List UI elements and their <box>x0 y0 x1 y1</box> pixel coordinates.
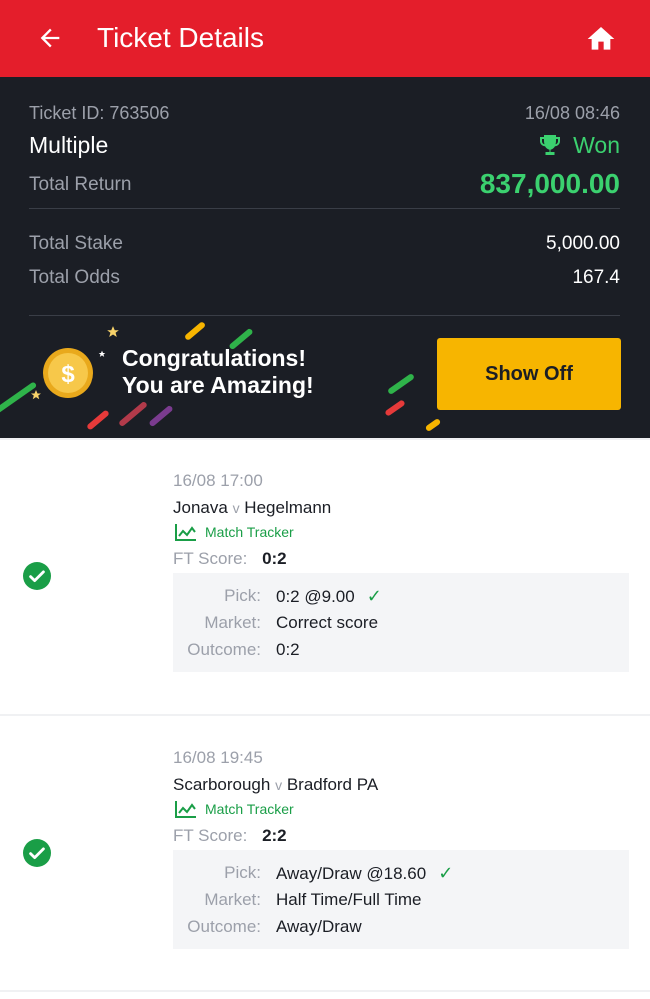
ticket-id-value: 763506 <box>109 103 170 123</box>
match-tracker-label: Match Tracker <box>205 524 294 540</box>
checkmark-icon: ✓ <box>438 863 454 883</box>
confetti-streak <box>86 409 110 431</box>
home-icon <box>587 27 615 50</box>
market-value: Correct score <box>276 613 379 632</box>
total-stake-value: 5,000.00 <box>546 233 620 254</box>
congrats-line1: Congratulations! <box>122 345 306 371</box>
bet-detail-box: Pick: 0:2 @9.00 ✓ Market: Correct score O… <box>173 573 629 672</box>
outcome-value: Away/Draw <box>276 917 362 936</box>
ft-score-value: 0:2 <box>262 549 287 568</box>
pick-text: Away/Draw @18.60 <box>276 864 427 883</box>
total-return-value: 837,000.00 <box>479 168 620 199</box>
confetti-streak <box>148 404 174 428</box>
total-stake-label: Total Stake <box>29 233 123 254</box>
confetti-streak <box>118 400 148 428</box>
pick-label: Pick: <box>224 863 261 882</box>
trend-chart-icon <box>175 524 196 541</box>
section-divider <box>0 990 650 992</box>
pick-value: 0:2 @9.00 ✓ <box>276 585 382 608</box>
summary-divider <box>29 208 620 209</box>
check-circle-icon <box>23 562 51 590</box>
show-off-button[interactable]: Show Off <box>437 338 621 410</box>
pick-label: Pick: <box>224 586 261 605</box>
congrats-text: Congratulations! You are Amazing! <box>122 345 314 399</box>
page-title: Ticket Details <box>97 22 265 53</box>
match-tracker-link[interactable]: Match Tracker <box>175 523 294 541</box>
pick-value: Away/Draw @18.60 ✓ <box>276 862 453 885</box>
market-value: Half Time/Full Time <box>276 890 422 909</box>
outcome-label: Outcome: <box>187 640 261 659</box>
away-team: Hegelmann <box>244 498 332 517</box>
status-text: Won <box>573 132 620 158</box>
svg-text:$: $ <box>61 361 75 388</box>
total-odds-label: Total Odds <box>29 267 120 288</box>
ticket-id: Ticket ID: 763506 <box>29 101 169 125</box>
trophy-icon <box>540 135 561 155</box>
vs-label: v <box>275 777 283 793</box>
ft-score: FT Score: 0:2 <box>173 548 287 570</box>
coin-icon: $ <box>43 348 93 398</box>
outcome-value: 0:2 <box>276 640 300 659</box>
total-return-label: Total Return <box>29 174 132 195</box>
ticket-datetime: 16/08 08:46 <box>524 103 620 123</box>
star-icon <box>107 326 119 337</box>
ft-score-label: FT Score: <box>173 826 248 845</box>
confetti-streak <box>386 372 416 396</box>
ft-score: FT Score: 2:2 <box>173 825 287 847</box>
summary-divider-bottom <box>29 315 620 316</box>
ft-score-label: FT Score: <box>173 549 248 568</box>
market-label: Market: <box>204 613 261 632</box>
total-odds-value: 167.4 <box>572 267 620 288</box>
home-button[interactable] <box>582 20 620 58</box>
star-icon <box>98 350 106 357</box>
home-team: Scarborough <box>173 775 271 794</box>
back-button[interactable] <box>32 20 68 56</box>
confetti-streak <box>384 399 406 417</box>
vs-label: v <box>232 500 240 516</box>
match-teams: Scarborough v Bradford PA <box>173 774 378 796</box>
app-header: Ticket Details <box>0 0 650 77</box>
match-datetime: 16/08 19:45 <box>173 748 263 767</box>
match-tracker-link[interactable]: Match Tracker <box>175 800 294 818</box>
status-badge: Won <box>537 131 620 159</box>
match-teams: Jonava v Hegelmann <box>173 497 331 519</box>
match-datetime: 16/08 17:00 <box>173 471 263 490</box>
ft-score-value: 2:2 <box>262 826 287 845</box>
ticket-id-label: Ticket ID: <box>29 103 105 123</box>
bet-detail-box: Pick: Away/Draw @18.60 ✓ Market: Half Tim… <box>173 850 629 949</box>
check-circle-icon <box>23 839 51 867</box>
outcome-label: Outcome: <box>187 917 261 936</box>
confetti-streak <box>183 320 207 342</box>
away-team: Bradford PA <box>286 775 379 794</box>
bet-type: Multiple <box>29 132 109 158</box>
home-team: Jonava <box>173 498 228 517</box>
trend-chart-icon <box>175 801 196 818</box>
market-label: Market: <box>204 890 261 909</box>
match-tracker-label: Match Tracker <box>205 801 294 817</box>
congrats-line2: You are Amazing! <box>122 372 314 398</box>
checkmark-icon: ✓ <box>366 586 382 606</box>
confetti-streak <box>424 417 442 433</box>
arrow-left-icon <box>40 28 60 48</box>
pick-text: 0:2 @9.00 <box>276 587 355 606</box>
